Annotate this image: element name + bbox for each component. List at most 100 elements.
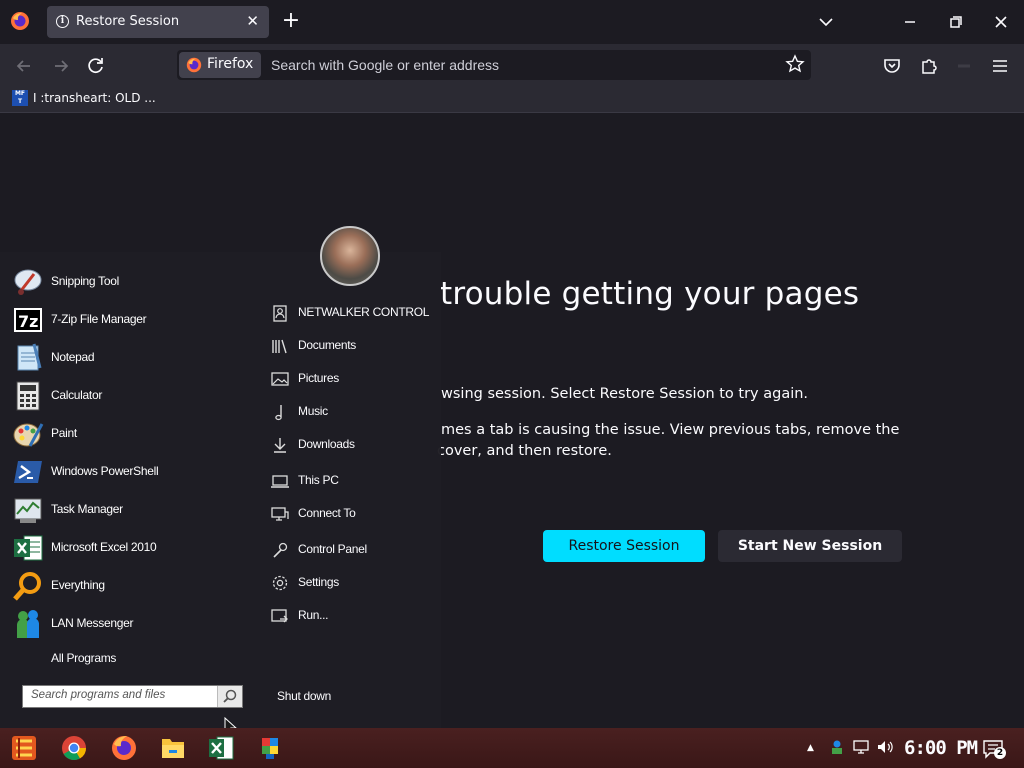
run-icon — [271, 609, 288, 623]
search-input[interactable]: Search programs and files — [31, 689, 165, 701]
firefox-menu-icon[interactable] — [10, 11, 30, 31]
program-excel-2010[interactable]: Microsoft Excel 2010 — [12, 530, 242, 566]
network-icon[interactable] — [852, 738, 872, 756]
notepad-icon — [17, 343, 42, 371]
reload-icon[interactable] — [85, 55, 107, 77]
place-netwalker-control[interactable]: NETWALKER CONTROL — [270, 300, 430, 326]
user-folder-icon — [273, 305, 287, 322]
identity-box[interactable]: Firefox — [179, 52, 261, 78]
minimize-button[interactable] — [898, 10, 922, 34]
bookmark-star-icon[interactable] — [785, 54, 805, 74]
start-search-box[interactable]: Search programs and files — [22, 685, 243, 708]
place-connect-to[interactable]: Connect To — [270, 501, 430, 527]
tab-restore-session[interactable]: i Restore Session ✕ — [47, 6, 269, 38]
program-task-manager[interactable]: Task Manager — [12, 492, 242, 528]
documents-icon — [272, 339, 287, 354]
new-tab-button[interactable]: + — [280, 8, 302, 34]
place-music[interactable]: Music — [270, 399, 430, 425]
program-label: Microsoft Excel 2010 — [51, 540, 157, 554]
program-label: 7-Zip File Manager — [51, 312, 147, 326]
place-settings[interactable]: Settings — [270, 570, 430, 596]
overflow-icon[interactable] — [953, 55, 975, 77]
place-downloads[interactable]: Downloads — [270, 432, 430, 458]
all-programs-link[interactable]: All Programs — [51, 651, 116, 665]
bookmark-item[interactable]: I :transheart: OLD ... — [33, 91, 156, 105]
page-description-2: mes a tab is causing the issue. View pre… — [441, 422, 900, 438]
program-snipping-tool[interactable]: Snipping Tool — [12, 264, 242, 300]
pictures-icon — [271, 372, 289, 386]
bookmarks-toolbar: MF T I :transheart: OLD ... — [0, 86, 1024, 113]
start-button-icon[interactable] — [4, 732, 44, 764]
place-label: Control Panel — [298, 542, 367, 556]
url-input[interactable]: Search with Google or enter address — [271, 57, 499, 73]
settings-gear-icon — [272, 575, 288, 591]
tab-title: Restore Session — [76, 14, 180, 29]
paint-icon — [13, 423, 44, 447]
program-label: Windows PowerShell — [51, 464, 159, 478]
snipping-tool-icon — [14, 269, 42, 295]
navigation-toolbar: Firefox Search with Google or enter addr… — [0, 44, 1024, 86]
program-calculator[interactable]: Calculator — [12, 378, 242, 414]
tray-app-icon[interactable] — [828, 738, 846, 756]
place-label: Settings — [298, 575, 339, 589]
address-bar[interactable]: Firefox Search with Google or enter addr… — [177, 50, 811, 80]
firefox-icon[interactable] — [104, 732, 144, 764]
user-avatar[interactable] — [320, 226, 380, 286]
notification-center-icon[interactable]: 2 — [982, 738, 1006, 760]
lan-messenger-icon — [17, 610, 39, 638]
page-description-3: cover, and then restore. — [437, 443, 612, 459]
program-powershell[interactable]: Windows PowerShell — [12, 454, 242, 490]
file-explorer-icon[interactable] — [153, 732, 193, 764]
pocket-icon[interactable] — [881, 55, 903, 77]
taskbar-clock[interactable]: 6:00 PM — [904, 737, 978, 759]
tab-strip: i Restore Session ✕ + — [0, 0, 1024, 44]
program-7zip[interactable]: 7z 7-Zip File Manager — [12, 302, 242, 338]
place-control-panel[interactable]: Control Panel — [270, 537, 430, 563]
place-this-pc[interactable]: This PC — [270, 468, 430, 494]
place-label: Pictures — [298, 371, 339, 385]
everything-search-icon — [13, 572, 41, 601]
hamburger-menu-icon[interactable] — [989, 55, 1011, 77]
restore-session-button[interactable]: Restore Session — [543, 530, 705, 562]
firefox-icon — [186, 57, 202, 73]
place-label: Connect To — [298, 506, 356, 520]
shut-down-button[interactable]: Shut down — [277, 689, 331, 703]
back-arrow-icon[interactable] — [13, 55, 35, 77]
close-window-button[interactable] — [989, 10, 1013, 34]
list-all-tabs-icon[interactable] — [816, 12, 836, 32]
program-lan-messenger[interactable]: LAN Messenger — [12, 606, 242, 642]
page-title: trouble getting your pages — [440, 276, 860, 312]
forward-arrow-icon[interactable] — [50, 55, 72, 77]
program-label: Everything — [51, 578, 105, 592]
svg-text:7z: 7z — [18, 312, 38, 331]
bookmark-favicon: MF T — [12, 90, 28, 106]
place-documents[interactable]: Documents — [270, 333, 430, 359]
puzzle-app-icon[interactable] — [250, 732, 290, 764]
restore-window-button[interactable] — [943, 10, 967, 34]
show-hidden-icons-button[interactable]: ▲ — [807, 743, 814, 753]
program-paint[interactable]: Paint — [12, 416, 242, 452]
task-manager-icon — [14, 498, 42, 523]
place-pictures[interactable]: Pictures — [270, 366, 430, 392]
program-label: Paint — [51, 426, 77, 440]
excel-icon[interactable] — [201, 732, 241, 764]
notification-count-badge: 2 — [994, 747, 1006, 759]
place-label: Run... — [298, 608, 329, 622]
volume-icon[interactable] — [876, 738, 896, 756]
powershell-icon — [14, 461, 42, 483]
place-run[interactable]: Run... — [270, 603, 430, 629]
close-tab-icon[interactable]: ✕ — [246, 12, 259, 30]
extensions-puzzle-icon[interactable] — [918, 55, 940, 77]
page-description: wsing session. Select Restore Session to… — [441, 386, 809, 402]
program-label: Calculator — [51, 388, 103, 402]
chrome-icon[interactable] — [54, 732, 94, 764]
program-notepad[interactable]: Notepad — [12, 340, 242, 376]
place-label: NETWALKER CONTROL — [298, 305, 430, 319]
info-icon: i — [56, 15, 69, 28]
program-everything[interactable]: Everything — [12, 568, 242, 604]
place-label: Downloads — [298, 437, 355, 451]
program-label: LAN Messenger — [51, 616, 134, 630]
search-icon[interactable] — [217, 686, 242, 707]
place-label: Music — [298, 404, 328, 418]
start-new-session-button[interactable]: Start New Session — [718, 530, 902, 562]
